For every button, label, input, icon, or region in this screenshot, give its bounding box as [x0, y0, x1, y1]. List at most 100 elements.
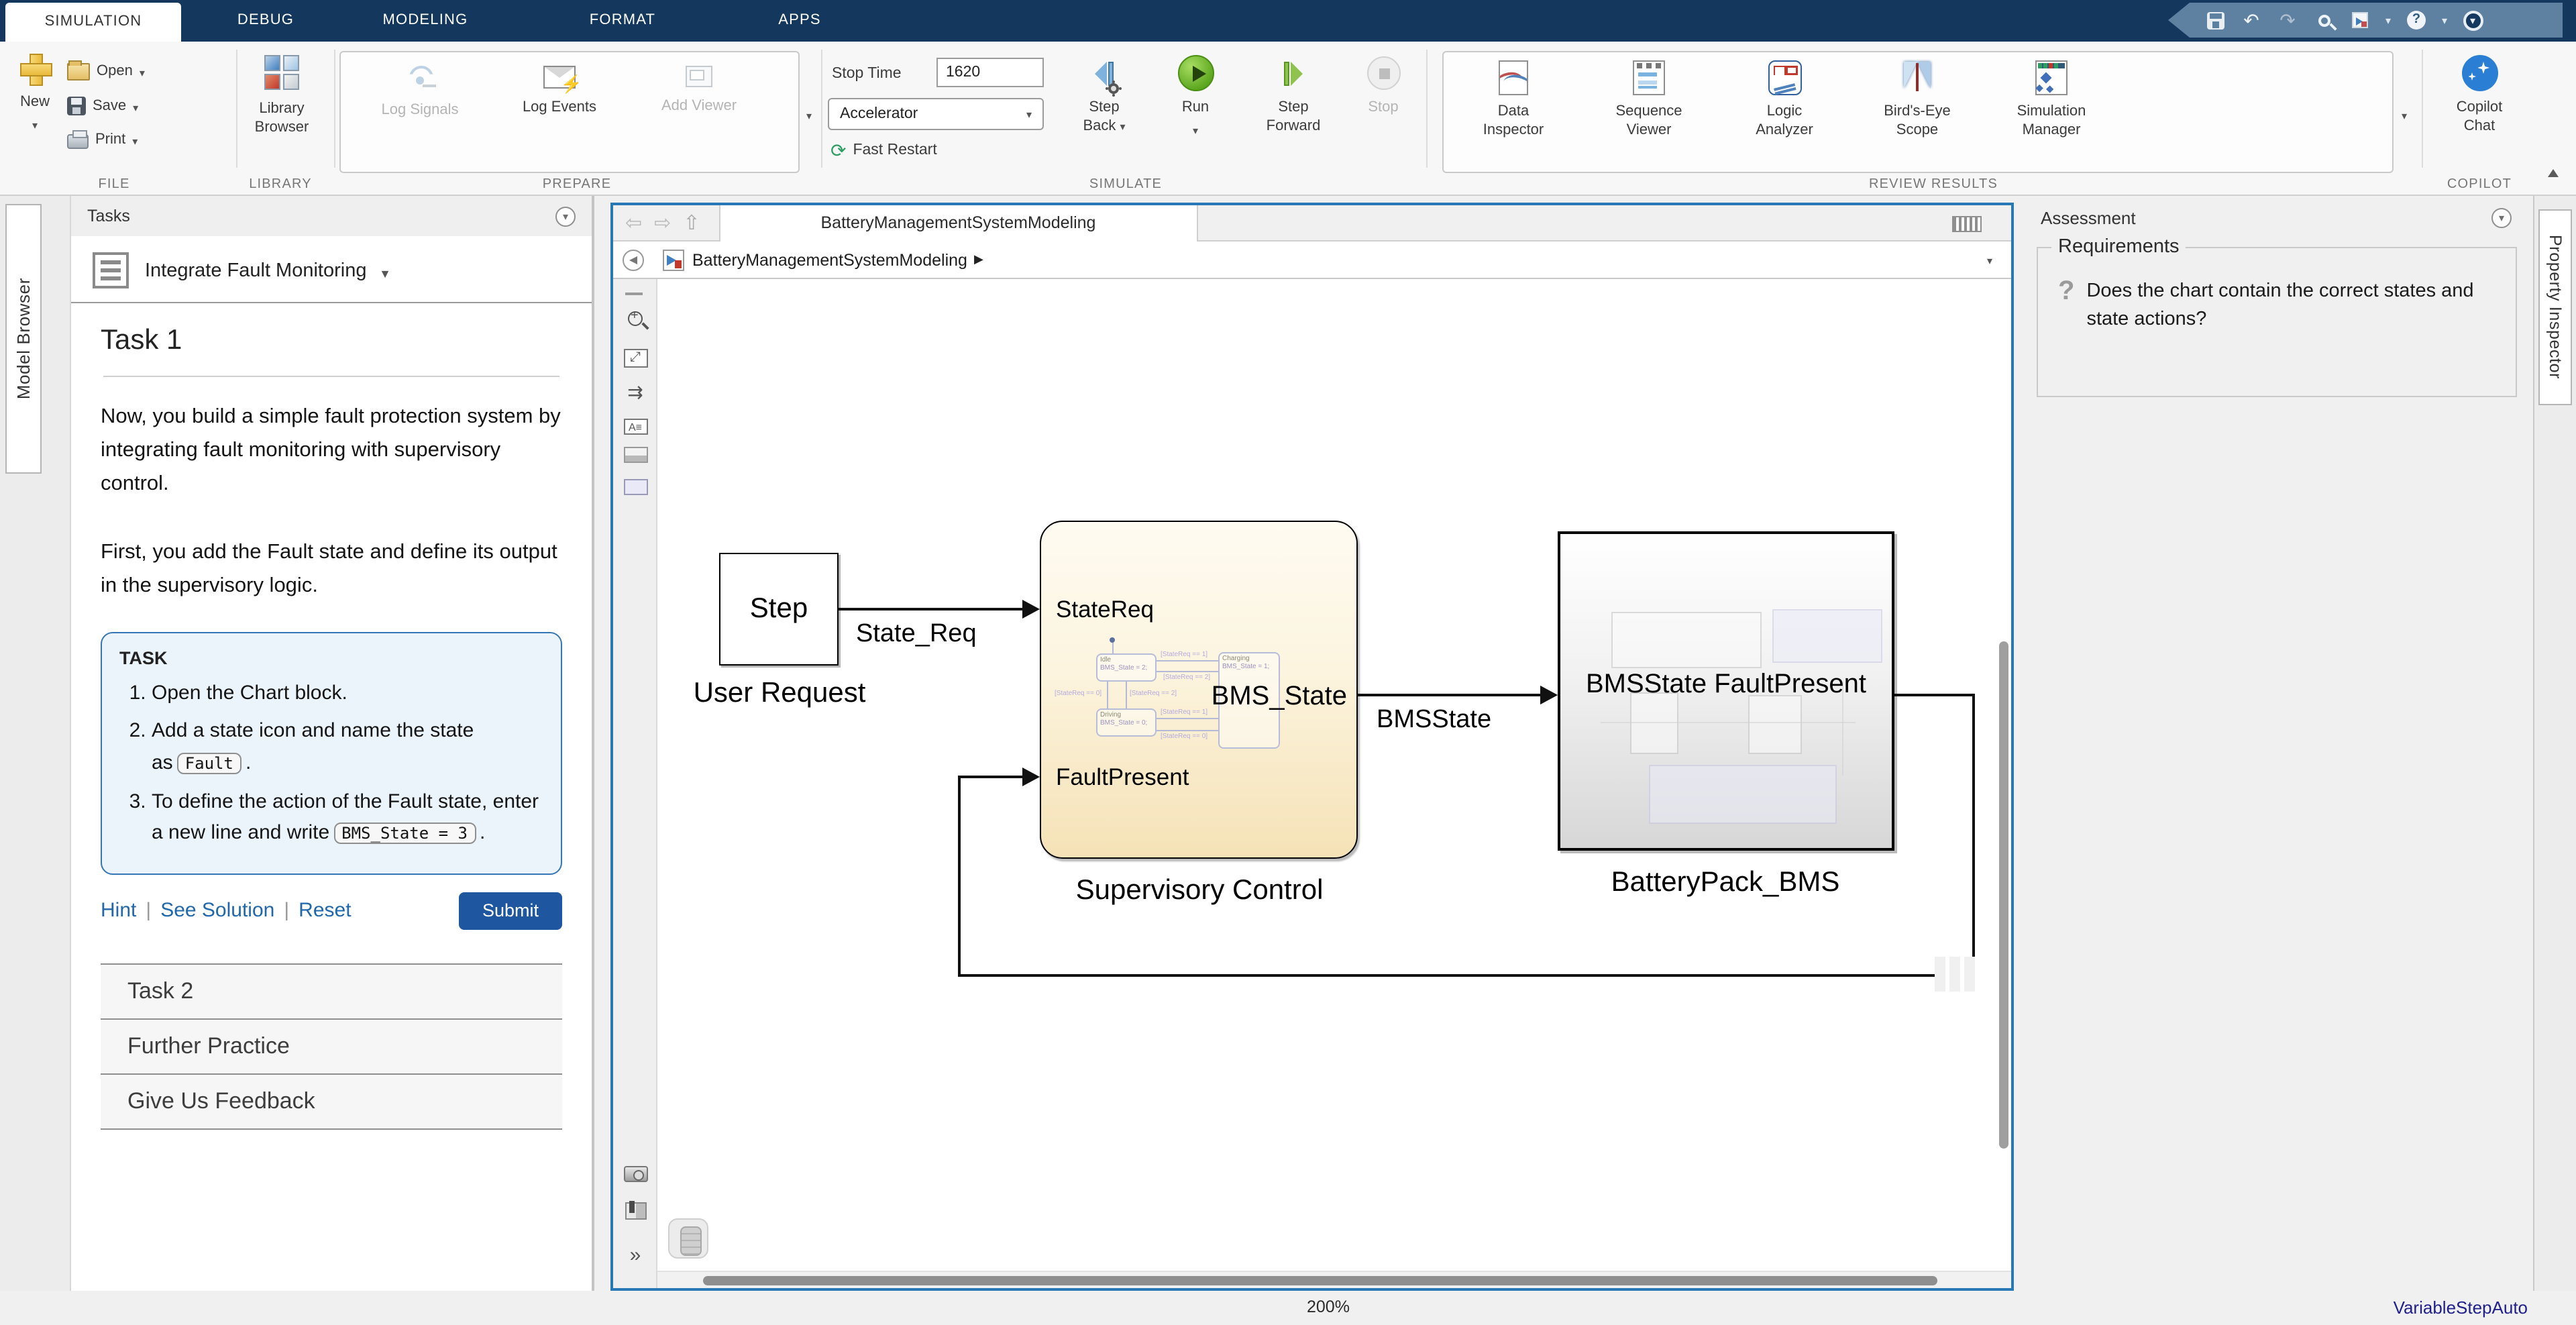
navigate-forward-icon[interactable]: ⇨ — [654, 211, 671, 235]
new-button[interactable]: New — [8, 52, 62, 136]
tab-modeling[interactable]: MODELING — [360, 0, 491, 42]
zoom-region-icon[interactable] — [613, 309, 657, 333]
stop-button[interactable]: Stop — [1350, 56, 1417, 117]
signal-wire-state-req[interactable] — [839, 608, 1022, 610]
simulation-mode-select[interactable]: Accelerator — [828, 98, 1044, 130]
undo-icon[interactable]: ↶ — [2241, 9, 2262, 31]
vertical-scrollbar[interactable] — [1999, 641, 2008, 1149]
sequence-viewer-button[interactable]: Sequence Viewer — [1587, 60, 1711, 140]
open-caret-icon — [140, 59, 145, 83]
code-chip: Fault — [177, 753, 241, 774]
signal-routing-icon[interactable]: ⇉ — [613, 381, 657, 404]
annotation-icon[interactable]: A≡ — [613, 413, 657, 437]
copilot-chat-button[interactable]: Copilot Chat — [2442, 55, 2517, 136]
model-browser-tab[interactable]: Model Browser — [5, 204, 42, 474]
section-give-us-feedback[interactable]: Give Us Feedback — [101, 1073, 562, 1128]
image-annotation-icon[interactable] — [613, 445, 657, 470]
print-button[interactable]: Print — [67, 127, 138, 152]
tasks-panel-title: Tasks — [87, 207, 130, 225]
save-button[interactable]: Save — [67, 94, 138, 118]
section-task-2[interactable]: Task 2 — [101, 963, 562, 1018]
save-icon[interactable] — [2204, 9, 2226, 31]
area-box-icon[interactable] — [613, 478, 657, 502]
step-forward-button[interactable]: Step Forward — [1258, 55, 1328, 136]
toolstrip-tab-bar: SIMULATION DEBUG MODELING FORMAT APPS ↶ … — [0, 0, 2576, 42]
tab-apps[interactable]: APPS — [762, 0, 837, 42]
signal-label-bmsstate[interactable]: BMSState — [1377, 706, 1491, 735]
run-button[interactable]: Run — [1162, 55, 1229, 142]
step-source-block[interactable]: Step — [719, 553, 839, 666]
submit-button[interactable]: Submit — [459, 892, 562, 930]
tasks-panel-menu-icon[interactable]: ▾ — [555, 206, 576, 226]
step-back-button[interactable]: Step Back — [1069, 55, 1139, 136]
fast-restart-toggle[interactable]: ⟳ Fast Restart — [830, 141, 937, 161]
tab-format[interactable]: FORMAT — [574, 0, 671, 42]
breadcrumb-item[interactable]: BatteryManagementSystemModeling — [692, 250, 967, 269]
breadcrumb-expand-icon[interactable]: ▶ — [974, 252, 983, 267]
tab-debug[interactable]: DEBUG — [225, 0, 306, 42]
property-inspector-tab[interactable]: Property Inspector — [2538, 209, 2572, 405]
data-browser-button[interactable] — [668, 1218, 708, 1259]
breadcrumb-caret-icon[interactable] — [1987, 253, 1992, 266]
search-icon[interactable] — [2313, 9, 2334, 31]
reset-link[interactable]: Reset — [299, 900, 351, 922]
birds-eye-scope-button[interactable]: Bird's-Eye Scope — [1856, 60, 1979, 140]
mode-caret-icon — [1026, 106, 1032, 122]
prepare-gallery-caret-icon[interactable] — [806, 102, 812, 126]
add-to-favorites-icon[interactable] — [2349, 9, 2371, 31]
course-list-icon[interactable] — [93, 252, 129, 288]
feedback-wire[interactable] — [1972, 694, 1974, 974]
add-viewer-button[interactable]: Add Viewer — [637, 60, 761, 116]
tab-simulation[interactable]: SIMULATION — [5, 3, 181, 42]
log-events-button[interactable]: ⚡ Log Events — [498, 60, 621, 117]
stop-time-input[interactable] — [936, 58, 1044, 87]
log-signals-button[interactable]: Log Signals — [358, 60, 482, 120]
batterypack-bms-subsystem-block[interactable]: BMSState FaultPresent — [1558, 531, 1894, 851]
fit-to-view-icon[interactable]: ⤢ — [613, 343, 657, 368]
help-caret-icon[interactable]: ▾ — [2442, 14, 2447, 26]
help-icon[interactable]: ? — [2406, 9, 2427, 31]
open-button[interactable]: Open — [67, 59, 145, 83]
zoom-level: 200% — [1275, 1297, 1382, 1316]
feedback-wire[interactable] — [958, 776, 1022, 778]
more-tools-icon[interactable]: » — [613, 1244, 657, 1267]
favorites-caret-icon[interactable]: ▾ — [2385, 14, 2391, 26]
library-browser-button[interactable]: Library Browser — [243, 55, 321, 138]
keyboard-shortcuts-icon[interactable] — [1952, 216, 1982, 232]
solver-status[interactable]: VariableStepAuto — [2394, 1297, 2528, 1318]
prepare-gallery: Log Signals ⚡ Log Events Add Viewer — [339, 51, 800, 173]
data-inspector-button[interactable]: Data Inspector — [1452, 60, 1575, 140]
step-forward-icon — [1284, 55, 1303, 91]
signal-wire-bmsstate[interactable] — [1358, 694, 1542, 696]
section-further-practice[interactable]: Further Practice — [101, 1018, 562, 1073]
log-signals-icon — [404, 60, 436, 93]
feedback-wire[interactable] — [958, 776, 960, 974]
signal-label-state-req[interactable]: State_Req — [856, 620, 977, 649]
simulation-manager-button[interactable]: Simulation Manager — [1990, 60, 2113, 140]
assessment-menu-icon[interactable]: ▾ — [2491, 208, 2512, 228]
stop-time-label: Stop Time — [832, 64, 902, 85]
schedule-editor-icon[interactable] — [613, 1202, 657, 1226]
navigate-back-icon[interactable]: ⇦ — [625, 211, 642, 235]
model-tab[interactable]: BatteryManagementSystemModeling — [718, 205, 1197, 241]
redo-icon[interactable]: ↷ — [2277, 9, 2298, 31]
settings-icon[interactable]: ▾ — [2462, 9, 2483, 31]
feedback-wire[interactable] — [958, 974, 1974, 976]
navigate-up-icon[interactable]: ⇧ — [683, 211, 700, 235]
feedback-wire[interactable] — [1894, 694, 1972, 696]
see-solution-link[interactable]: See Solution — [160, 900, 274, 922]
course-selector[interactable]: Integrate Fault Monitoring — [71, 236, 592, 303]
diagram-sheet[interactable]: Step User Request State_Req StateReq Fau… — [657, 279, 2011, 1288]
stop-icon — [1366, 56, 1400, 90]
horizontal-scrollbar-thumb[interactable] — [703, 1276, 1937, 1285]
viewmark-camera-icon[interactable] — [613, 1165, 657, 1189]
wire-arrowhead — [1022, 599, 1040, 618]
review-gallery-caret-icon[interactable] — [2402, 102, 2407, 126]
palette-collapse-handle[interactable] — [625, 293, 643, 295]
horizontal-scrollbar-track[interactable] — [657, 1271, 2011, 1288]
logic-analyzer-button[interactable]: Logic Analyzer — [1723, 60, 1846, 140]
hint-link[interactable]: Hint — [101, 900, 136, 922]
breadcrumb-back-icon[interactable] — [623, 249, 644, 270]
wire-arrowhead — [1022, 767, 1040, 786]
step-block-name: User Request — [659, 678, 900, 710]
